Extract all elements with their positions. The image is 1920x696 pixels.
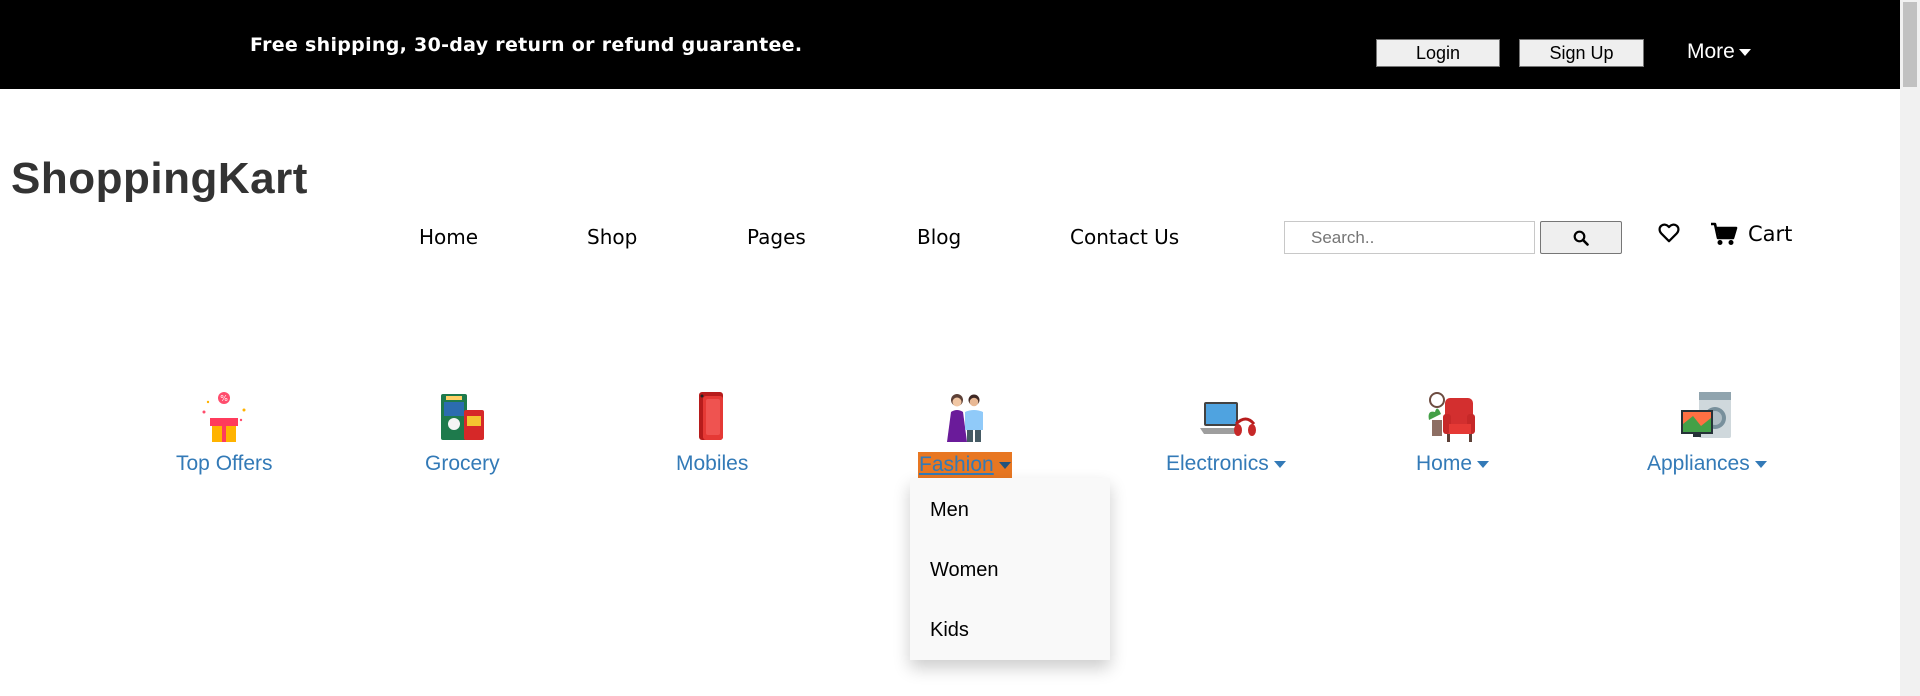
caret-down-icon <box>1477 460 1490 468</box>
appliances-icon <box>1680 392 1731 438</box>
fashion-dropdown-menu: Men Women Kids <box>910 478 1110 660</box>
grocery-icon <box>441 394 485 440</box>
signup-button[interactable]: Sign Up <box>1519 39 1644 67</box>
page-scrollbar[interactable] <box>1900 0 1920 696</box>
category-label: Grocery <box>425 452 500 475</box>
category-grocery[interactable]: Grocery <box>425 390 500 476</box>
shipping-message: Free shipping, 30-day return or refund g… <box>250 34 803 56</box>
nav-shop[interactable]: Shop <box>587 225 637 249</box>
page: Free shipping, 30-day return or refund g… <box>0 0 1920 696</box>
laptop-icon <box>1199 402 1256 436</box>
search-button[interactable] <box>1540 221 1622 254</box>
caret-down-icon <box>1738 48 1751 56</box>
category-fashion[interactable]: Fashion <box>918 390 1012 478</box>
category-label: Electronics <box>1166 452 1286 476</box>
caret-down-icon <box>998 461 1011 469</box>
heart-icon <box>1658 223 1680 243</box>
category-label: Top Offers <box>176 452 273 475</box>
category-label: Home <box>1416 452 1490 476</box>
nav-blog[interactable]: Blog <box>917 225 961 249</box>
armchair-icon <box>1428 392 1475 442</box>
gift-icon: % <box>202 392 246 442</box>
category-appliances[interactable]: Appliances <box>1647 390 1767 476</box>
cart-label: Cart <box>1748 222 1793 246</box>
category-label-text: Electronics <box>1166 452 1269 475</box>
login-button[interactable]: Login <box>1376 39 1500 67</box>
category-label-text: Fashion <box>919 453 994 476</box>
category-label: Mobiles <box>676 452 749 475</box>
category-electronics[interactable]: Electronics <box>1166 390 1286 476</box>
dropdown-item-women[interactable]: Women <box>930 559 999 582</box>
brand-logo[interactable]: ShoppingKart <box>11 154 308 204</box>
search-input[interactable] <box>1284 221 1535 254</box>
category-mobiles[interactable]: Mobiles <box>676 390 748 476</box>
cart-icon <box>1711 222 1738 245</box>
category-top-offers[interactable]: % Top Offers <box>176 390 273 476</box>
nav-pages[interactable]: Pages <box>747 225 806 249</box>
dropdown-item-kids[interactable]: Kids <box>930 619 969 642</box>
scrollbar-thumb[interactable] <box>1903 2 1917 87</box>
nav-contact-us[interactable]: Contact Us <box>1070 225 1179 249</box>
more-menu-button[interactable]: More <box>1687 40 1751 64</box>
more-label: More <box>1687 40 1735 63</box>
category-home[interactable]: Home <box>1416 390 1490 476</box>
category-label-text: Appliances <box>1647 452 1750 475</box>
nav-home[interactable]: Home <box>419 225 478 249</box>
svg-text:%: % <box>220 394 228 403</box>
caret-down-icon <box>1754 460 1767 468</box>
cart-button[interactable]: Cart <box>1710 222 1792 246</box>
category-label-text: Home <box>1416 452 1473 475</box>
fashion-people-icon <box>946 394 983 442</box>
category-label: Appliances <box>1647 452 1767 476</box>
caret-down-icon <box>1273 460 1286 468</box>
search-icon <box>1573 230 1589 246</box>
top-announcement-bar: Free shipping, 30-day return or refund g… <box>0 0 1900 89</box>
dropdown-item-men[interactable]: Men <box>930 499 969 522</box>
category-label-active: Fashion <box>918 452 1012 478</box>
wishlist-button[interactable] <box>1658 223 1680 248</box>
mobile-phone-icon <box>699 392 724 440</box>
